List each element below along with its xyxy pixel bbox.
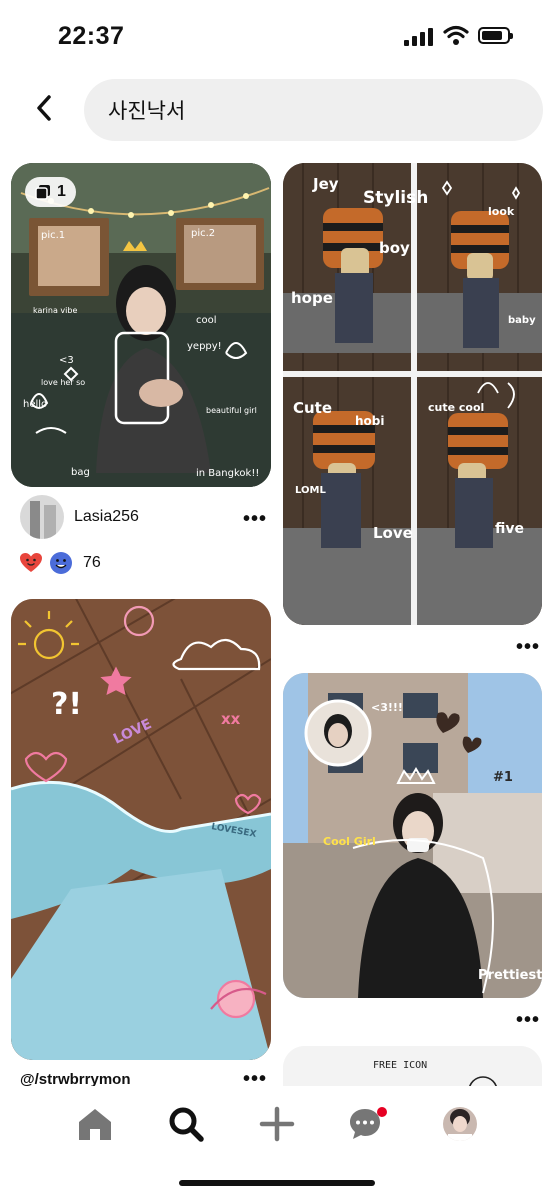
battery-icon <box>478 27 513 44</box>
heart-reaction-icon <box>20 553 42 572</box>
smile-reaction-icon <box>50 552 72 574</box>
search-input[interactable]: 사진낙서 <box>84 79 543 141</box>
pin-3-more-button[interactable]: ••• <box>243 1069 267 1089</box>
svg-text:<3: <3 <box>59 355 74 366</box>
svg-text:love her so: love her so <box>41 378 85 387</box>
svg-text:boy: boy <box>379 239 410 257</box>
chat-bubble-icon <box>350 1107 387 1139</box>
svg-text:Jey: Jey <box>312 175 339 193</box>
cellular-signal-icon <box>404 28 433 46</box>
svg-text:Prettiest: Prettiest <box>478 968 542 983</box>
svg-text:hobi: hobi <box>355 414 385 428</box>
svg-text:Stylish: Stylish <box>363 188 428 208</box>
tab-create[interactable] <box>255 1102 299 1146</box>
multi-page-icon <box>35 185 50 200</box>
svg-text:?!: ?! <box>51 687 82 722</box>
svg-text:karina vibe: karina vibe <box>33 306 77 315</box>
author-name: Lasia256 <box>74 508 139 525</box>
bottom-tab-bar <box>0 1086 554 1200</box>
notification-dot <box>377 1107 387 1117</box>
pin-photo-4: <3!!! Cool Girl Prettiest #1 <box>283 673 542 998</box>
pin-image-4[interactable]: <3!!! Cool Girl Prettiest #1 <box>283 673 542 998</box>
svg-text:#1: #1 <box>493 770 513 785</box>
avatar <box>20 495 64 539</box>
pin-photo-1: pic.1 pic.2 karina vibe cool yeppy! <3 l… <box>11 163 271 487</box>
svg-text:beautiful girl: beautiful girl <box>206 406 257 415</box>
svg-text:hope: hope <box>291 289 333 307</box>
pin-1-more-button[interactable]: ••• <box>243 509 267 529</box>
svg-text:<3!!!: <3!!! <box>371 701 403 714</box>
reactions[interactable]: 76 <box>19 551 101 575</box>
svg-text:Love: Love <box>373 524 413 542</box>
pin-image-3[interactable]: ?! LOVE xx LOVESEX <box>11 599 271 1060</box>
pin-4-more-button[interactable]: ••• <box>516 1010 540 1030</box>
status-bar: 22:37 <box>0 0 554 72</box>
tab-profile[interactable] <box>438 1102 482 1146</box>
status-time: 22:37 <box>58 22 125 50</box>
home-indicator <box>179 1180 375 1186</box>
svg-text:look: look <box>488 205 515 218</box>
svg-text:baby: baby <box>508 315 536 326</box>
pin-2-more-button[interactable]: ••• <box>516 637 540 657</box>
chevron-left-icon <box>37 95 51 121</box>
svg-text:in Bangkok!!: in Bangkok!! <box>196 468 259 479</box>
svg-text:xx: xx <box>221 710 241 728</box>
svg-text:five: five <box>495 521 524 537</box>
svg-text:yeppy!: yeppy! <box>187 341 222 352</box>
search-query: 사진낙서 <box>108 100 186 123</box>
profile-avatar-icon <box>443 1107 477 1141</box>
svg-text:hello: hello <box>23 399 47 410</box>
svg-text:pic.2: pic.2 <box>191 228 215 239</box>
svg-text:Cool Girl: Cool Girl <box>323 835 376 848</box>
page-count: 1 <box>57 183 66 200</box>
back-button[interactable] <box>26 88 62 128</box>
wifi-icon <box>443 25 469 45</box>
svg-text:cute cool: cute cool <box>428 401 484 414</box>
search-icon <box>169 1107 204 1142</box>
pin-1-author[interactable]: Lasia256 <box>20 495 139 539</box>
reaction-count: 76 <box>83 554 101 571</box>
svg-text:Cute: Cute <box>293 399 332 417</box>
tab-search[interactable] <box>164 1102 208 1146</box>
svg-text:FREE ICON: FREE ICON <box>373 1060 427 1071</box>
pin-photo-3: ?! LOVE xx LOVESEX <box>11 599 271 1060</box>
pin-image-1[interactable]: pic.1 pic.2 karina vibe cool yeppy! <3 l… <box>11 163 271 487</box>
page-count-badge: 1 <box>25 177 76 207</box>
tab-home[interactable] <box>73 1102 117 1146</box>
plus-icon <box>259 1106 295 1142</box>
home-icon <box>79 1109 111 1140</box>
pin-image-2[interactable]: Jey Stylish boy hope look baby Cute hobi… <box>283 163 542 625</box>
svg-text:LOML: LOML <box>295 485 326 496</box>
pin-photo-2: Jey Stylish boy hope look baby Cute hobi… <box>283 163 542 625</box>
svg-text:pic.1: pic.1 <box>41 230 65 241</box>
tab-messages[interactable] <box>346 1102 390 1146</box>
svg-text:bag: bag <box>71 467 90 478</box>
svg-text:cool: cool <box>196 315 217 326</box>
